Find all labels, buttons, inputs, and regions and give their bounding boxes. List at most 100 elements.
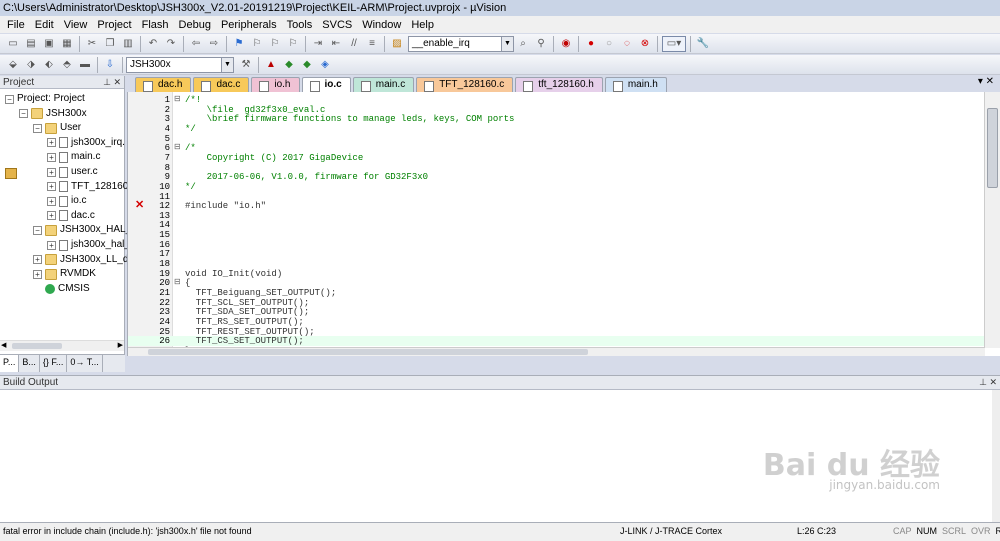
breakpoint-kill-icon[interactable]: ⊗ <box>637 36 653 52</box>
code-line[interactable]: ✕ 12 #include "io.h" <box>128 201 984 212</box>
expand-icon[interactable]: + <box>33 269 42 279</box>
manage-components-icon[interactable]: ◆ <box>281 57 297 73</box>
menu-tools[interactable]: Tools <box>282 19 318 31</box>
panel-tab[interactable]: {} F... <box>40 355 68 372</box>
menu-svcs[interactable]: SVCS <box>317 19 357 31</box>
expand-icon[interactable]: + <box>47 182 56 192</box>
tree-item[interactable]: − User <box>33 121 81 135</box>
menu-peripherals[interactable]: Peripherals <box>216 19 282 31</box>
tab-dac-h[interactable]: dac.h <box>135 77 192 92</box>
scroll-right-icon[interactable]: ▶ <box>118 341 123 349</box>
find-icon[interactable]: ⚲ <box>533 36 549 52</box>
expand-icon[interactable]: + <box>47 211 56 221</box>
save-icon[interactable]: ▣ <box>41 36 57 52</box>
tab-dac-c[interactable]: dac.c <box>193 77 250 92</box>
open-file-icon[interactable]: ▤ <box>23 36 39 52</box>
code-line[interactable]: 19 void IO_Init(void) <box>128 269 984 279</box>
editor-hscroll[interactable] <box>128 347 985 356</box>
code-line[interactable]: 1 ⊟/*! <box>128 95 984 105</box>
breakpoint-clear-icon[interactable]: ◌ <box>619 36 635 52</box>
project-hscroll[interactable]: ◀ ▶ <box>0 340 124 351</box>
code-line[interactable]: 14 <box>128 220 984 230</box>
code-line[interactable]: 9 2017-06-06, V1.0.0, firmware for GD32F… <box>128 172 984 182</box>
tree-item[interactable]: + main.c <box>47 150 100 164</box>
expand-icon[interactable]: + <box>33 255 42 265</box>
cut-icon[interactable]: ✂ <box>84 36 100 52</box>
download-icon[interactable]: ⇩ <box>102 57 118 73</box>
code-line[interactable]: 20 ⊟{ <box>128 278 984 288</box>
code-line[interactable]: 3 \brief firmware functions to manage le… <box>128 114 984 124</box>
incremental-find-icon[interactable]: ⌕ <box>515 36 531 52</box>
code-line[interactable]: 18 <box>128 259 984 269</box>
panel-tab[interactable]: P... <box>0 355 20 372</box>
tree-item[interactable]: − Project: Project <box>5 92 85 179</box>
tree-item[interactable]: + io.c <box>47 194 87 208</box>
tab-tft-128160-h[interactable]: tft_128160.h <box>515 77 603 92</box>
build-output-vscroll[interactable] <box>992 390 1000 523</box>
expand-icon[interactable]: + <box>47 152 56 162</box>
code-line[interactable]: 4 */ <box>128 124 984 134</box>
menu-debug[interactable]: Debug <box>174 19 216 31</box>
tab-main-h[interactable]: main.h <box>604 77 667 92</box>
editor-vscroll[interactable] <box>984 92 1000 348</box>
code-line[interactable]: 2 \file gd32f3x0_eval.c <box>128 105 984 115</box>
pin-close-icon[interactable]: ⊥ ✕ <box>979 376 997 389</box>
build-icon[interactable]: ⬗ <box>23 57 39 73</box>
code-line[interactable]: 15 <box>128 230 984 240</box>
manage-project-items-icon[interactable]: ▲ <box>263 57 279 73</box>
target-options-icon[interactable]: ⚒ <box>238 57 254 73</box>
menu-file[interactable]: File <box>2 19 30 31</box>
pin-close-icon[interactable]: ⊥ ✕ <box>103 76 121 89</box>
menu-help[interactable]: Help <box>406 19 439 31</box>
tree-item[interactable]: + RVMDK <box>33 267 96 281</box>
code-line[interactable]: 22 TFT_SCL_SET_OUTPUT(); <box>128 298 984 308</box>
uncomment-icon[interactable]: ≡ <box>364 36 380 52</box>
chevron-down-icon[interactable]: ▼ <box>501 36 513 51</box>
menu-view[interactable]: View <box>59 19 93 31</box>
tree-item[interactable]: + jsh300x_irq. <box>47 136 125 150</box>
save-all-icon[interactable]: ▦ <box>59 36 75 52</box>
copy-icon[interactable]: ❐ <box>102 36 118 52</box>
bookmark-prev-icon[interactable]: ⚐ <box>249 36 265 52</box>
nav-back-icon[interactable]: ⇦ <box>188 36 204 52</box>
scroll-left-icon[interactable]: ◀ <box>1 341 6 349</box>
redo-icon[interactable]: ↷ <box>163 36 179 52</box>
fold-toggle-icon[interactable]: ⊟ <box>174 95 183 105</box>
code-editor[interactable]: 1 ⊟/*! 2 \file gd32f3x0_eval.c 3 \brief fir… <box>127 92 1000 356</box>
configure-icon[interactable]: 🔧 <box>695 36 711 52</box>
breakpoint-disable-icon[interactable]: ○ <box>601 36 617 52</box>
code-line[interactable]: 26 TFT_CS_SET_OUTPUT(); <box>128 336 984 347</box>
tree-item[interactable]: + TFT_128160 <box>47 180 128 194</box>
expand-icon[interactable]: + <box>47 196 56 206</box>
tree-item[interactable]: + dac.c <box>47 209 95 223</box>
nav-forward-icon[interactable]: ⇨ <box>206 36 222 52</box>
debug-start-icon[interactable]: ◉ <box>558 36 574 52</box>
unindent-icon[interactable]: ⇤ <box>328 36 344 52</box>
code-line[interactable]: 16 <box>128 240 984 250</box>
menu-window[interactable]: Window <box>357 19 406 31</box>
tab-main-c[interactable]: main.c <box>352 77 415 92</box>
tab-io-c[interactable]: io.c <box>301 77 351 92</box>
collapse-icon[interactable]: − <box>33 123 42 133</box>
expand-icon[interactable]: + <box>47 240 56 250</box>
scroll-thumb[interactable] <box>12 343 62 349</box>
code-line[interactable]: 6 ⊟/* <box>128 143 984 153</box>
expand-icon[interactable]: + <box>47 138 56 148</box>
panel-tab[interactable]: B... <box>19 355 40 372</box>
bookmark-next-icon[interactable]: ⚐ <box>267 36 283 52</box>
expand-icon[interactable]: + <box>47 167 56 177</box>
tree-item[interactable]: − JSH300x <box>19 107 87 121</box>
tree-item[interactable]: + user.c <box>47 165 98 179</box>
tree-item[interactable]: − JSH300x_HAL_d <box>33 223 137 237</box>
menu-project[interactable]: Project <box>92 19 136 31</box>
breakpoint-icon[interactable]: ● <box>583 36 599 52</box>
code-line[interactable]: 23 TFT_SDA_SET_OUTPUT(); <box>128 307 984 317</box>
comment-icon[interactable]: // <box>346 36 362 52</box>
bookmark-clear-icon[interactable]: ⚐ <box>285 36 301 52</box>
fold-toggle-icon[interactable]: ⊟ <box>174 278 183 288</box>
code-line[interactable]: 11 <box>128 192 984 202</box>
paste-icon[interactable]: ▥ <box>120 36 136 52</box>
target-combo[interactable]: JSH300x ▼ <box>126 56 234 73</box>
tree-item[interactable]: + jsh300x_hal_ <box>47 238 130 252</box>
find-in-files-icon[interactable]: ▨ <box>389 36 405 52</box>
